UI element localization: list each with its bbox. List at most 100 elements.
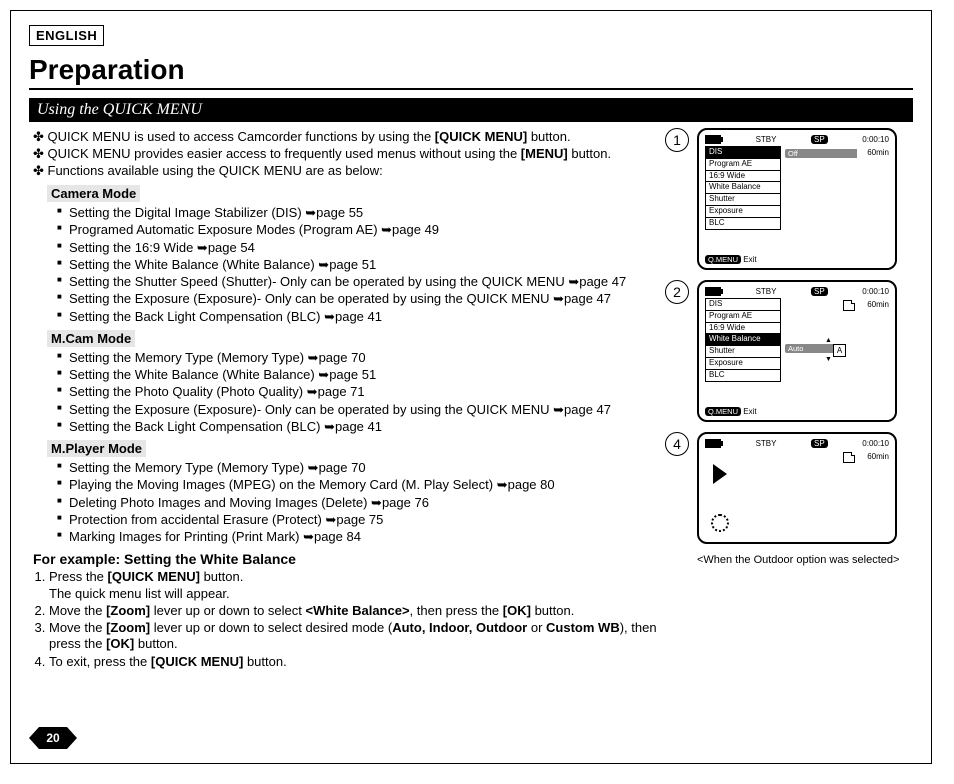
- sp-badge: SP: [811, 439, 828, 448]
- screen-panel-4: 4 STBY SP 0:00:10 60min: [697, 432, 913, 544]
- cursor-icon: [713, 464, 727, 484]
- text: button.: [568, 146, 611, 161]
- quick-menu-item: Exposure: [705, 357, 781, 369]
- text: button.: [527, 129, 570, 144]
- camera-mode-list: Setting the Digital Image Stabilizer (DI…: [57, 205, 683, 325]
- time-label: 0:00:10: [862, 287, 889, 296]
- panel-number: 2: [665, 280, 689, 304]
- example-steps: Press the [QUICK MENU] button. The quick…: [33, 569, 683, 670]
- text: QUICK MENU provides easier access to fre…: [48, 146, 521, 161]
- screen-top-bar: STBY SP 0:00:10: [705, 439, 889, 448]
- list-item: Protection from accidental Erasure (Prot…: [57, 512, 683, 528]
- quick-menu-item: 16:9 Wide: [705, 322, 781, 334]
- page-number-text: 20: [46, 731, 60, 745]
- quick-menu-item: White Balance: [705, 181, 781, 193]
- value-pill: Auto: [785, 344, 833, 353]
- step: To exit, press the [QUICK MENU] button.: [49, 654, 683, 670]
- triangle-down-icon: ▼: [825, 356, 832, 363]
- screen-bottom: Q.MENU Exit: [705, 255, 757, 264]
- list-item: Setting the Back Light Compensation (BLC…: [57, 309, 683, 325]
- minutes-label: 60min: [867, 300, 889, 309]
- list-item: Setting the Photo Quality (Photo Quality…: [57, 384, 683, 400]
- stby-label: STBY: [756, 287, 777, 296]
- battery-icon: [705, 135, 721, 144]
- step: Move the [Zoom] lever up or down to sele…: [49, 603, 683, 619]
- quick-menu-item: Exposure: [705, 205, 781, 217]
- left-column: ✤ QUICK MENU is used to access Camcorder…: [29, 128, 683, 671]
- list-item: Setting the Shutter Speed (Shutter)- Onl…: [57, 274, 683, 290]
- quick-menu-item: BLC: [705, 369, 781, 382]
- mode-mcam-tag: M.Cam Mode: [47, 330, 135, 347]
- intro-line: ✤ Functions available using the QUICK ME…: [33, 163, 683, 179]
- screen-top-bar: STBY SP 0:00:10: [705, 135, 889, 144]
- page-title: Preparation: [29, 50, 913, 90]
- list-item: Marking Images for Printing (Print Mark)…: [57, 529, 683, 545]
- exit-label: Exit: [743, 407, 756, 416]
- stby-label: STBY: [756, 439, 777, 448]
- lcd-screen: STBY SP 0:00:10 60min DISProgram AE16:9 …: [697, 128, 897, 270]
- card-icon: [843, 452, 855, 463]
- screen-top-bar: STBY SP 0:00:10: [705, 287, 889, 296]
- value-pill: Off: [785, 149, 857, 158]
- triangle-up-icon: ▲: [825, 337, 832, 344]
- panel-number: 4: [665, 432, 689, 456]
- list-item: Setting the Back Light Compensation (BLC…: [57, 419, 683, 435]
- list-item: Setting the White Balance (White Balance…: [57, 257, 683, 273]
- intro-line: ✤ QUICK MENU is used to access Camcorder…: [33, 129, 683, 145]
- figure-caption: <When the Outdoor option was selected>: [697, 554, 913, 566]
- time-label: 0:00:10: [862, 439, 889, 448]
- screen-bottom: Q.MENU Exit: [705, 407, 757, 416]
- quick-menu-item: DIS: [705, 146, 781, 158]
- step-sub: The quick menu list will appear.: [49, 586, 230, 601]
- quick-menu-list: DISProgram AE16:9 WideWhite BalanceShutt…: [705, 146, 889, 230]
- list-item: Setting the 16:9 Wide ➥page 54: [57, 240, 683, 256]
- example-heading: For example: Setting the White Balance: [33, 551, 683, 567]
- minutes-label: 60min: [867, 148, 889, 157]
- page: ENGLISH Preparation Using the QUICK MENU…: [10, 10, 932, 764]
- qmenu-tag: Q.MENU: [705, 407, 741, 416]
- quick-menu-item: Program AE: [705, 158, 781, 170]
- right-column: 1 STBY SP 0:00:10 60min DISProgram AE16:…: [697, 128, 913, 671]
- text: QUICK MENU is used to access Camcorder f…: [48, 129, 435, 144]
- quick-menu-item: DIS: [705, 298, 781, 310]
- qmenu-tag: Q.MENU: [705, 255, 741, 264]
- sp-badge: SP: [811, 135, 828, 144]
- exit-label: Exit: [743, 255, 756, 264]
- value-badge: A: [833, 344, 846, 357]
- step: Press the [QUICK MENU] button. The quick…: [49, 569, 683, 602]
- mcam-mode-list: Setting the Memory Type (Memory Type) ➥p…: [57, 350, 683, 435]
- battery-icon: [705, 439, 721, 448]
- mode-camera-tag: Camera Mode: [47, 185, 140, 202]
- quick-menu-list: DISProgram AE16:9 WideWhite BalanceShutt…: [705, 298, 889, 382]
- mplayer-mode-list: Setting the Memory Type (Memory Type) ➥p…: [57, 460, 683, 545]
- quick-menu-item: Program AE: [705, 310, 781, 322]
- list-item: Setting the Exposure (Exposure)- Only ca…: [57, 402, 683, 418]
- mode-mplayer-tag: M.Player Mode: [47, 440, 146, 457]
- minutes-label: 60min: [867, 452, 889, 461]
- step: Move the [Zoom] lever up or down to sele…: [49, 620, 683, 653]
- text: [QUICK MENU]: [435, 129, 527, 144]
- text: Functions available using the QUICK MENU…: [48, 163, 383, 178]
- intro-block: ✤ QUICK MENU is used to access Camcorder…: [29, 129, 683, 179]
- quick-menu-item: Shutter: [705, 193, 781, 205]
- screen-panel-2: 2 STBY SP 0:00:10 60min DISProgram AE16:…: [697, 280, 913, 422]
- battery-icon: [705, 287, 721, 296]
- text: [MENU]: [521, 146, 568, 161]
- list-item: Setting the Digital Image Stabilizer (DI…: [57, 205, 683, 221]
- stby-label: STBY: [756, 135, 777, 144]
- lcd-screen: STBY SP 0:00:10 60min: [697, 432, 897, 544]
- section-heading: Using the QUICK MENU: [29, 98, 913, 122]
- quick-menu-item: White Balance: [705, 333, 781, 345]
- list-item: Setting the White Balance (White Balance…: [57, 367, 683, 383]
- quick-menu-item: 16:9 Wide: [705, 170, 781, 182]
- time-label: 0:00:10: [862, 135, 889, 144]
- quick-menu-item: Shutter: [705, 345, 781, 357]
- sp-badge: SP: [811, 287, 828, 296]
- quick-menu-item: BLC: [705, 217, 781, 230]
- intro-line: ✤ QUICK MENU provides easier access to f…: [33, 146, 683, 162]
- outdoor-icon: [711, 514, 729, 532]
- screen-panel-1: 1 STBY SP 0:00:10 60min DISProgram AE16:…: [697, 128, 913, 270]
- list-item: Setting the Memory Type (Memory Type) ➥p…: [57, 350, 683, 366]
- panel-number: 1: [665, 128, 689, 152]
- list-item: Playing the Moving Images (MPEG) on the …: [57, 477, 683, 493]
